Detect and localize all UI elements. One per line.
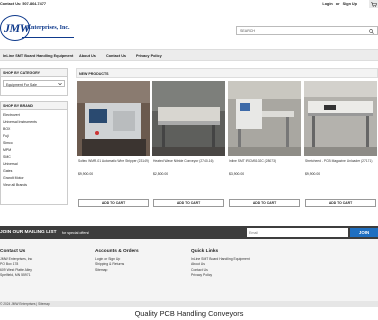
brand-link[interactable]: Universal Instruments (3, 119, 65, 126)
product-price: $9,900.00 (305, 172, 321, 176)
site-logo[interactable]: JMW Enterprises, Inc. (0, 15, 74, 43)
brand-link[interactable]: Grandt Motor (3, 175, 65, 182)
new-products-header: NEW PRODUCTS (76, 68, 378, 78)
brand-panel: SHOP BY BRAND Electrovert Universal Inst… (0, 101, 68, 205)
footer-contact: Contact Us JMW Enterprises, Inc PO Box 1… (0, 249, 32, 279)
footer-contact-line: Spelfield, MN 55971 (0, 273, 31, 278)
login-link[interactable]: Login (322, 2, 332, 6)
brand-link[interactable]: Universal (3, 161, 65, 168)
brand-link[interactable]: Electrovert (3, 112, 65, 119)
category-heading: SHOP BY CATEGORY (1, 69, 67, 77)
footer-contact-heading: Contact Us (0, 249, 26, 254)
footer-quick-links: Quick Links InLine SMT Board Handling Eq… (191, 249, 250, 279)
mailing-list-subtitle: for special offers! (62, 230, 90, 235)
cart-icon (370, 1, 377, 7)
main-nav: InLine SMT Board Handling Equipment Abou… (0, 49, 378, 61)
product-price: $2,500.00 (153, 172, 169, 176)
new-products-heading: NEW PRODUCTS (79, 72, 109, 76)
add-to-cart-button[interactable]: ADD TO CART (153, 199, 224, 207)
product-image[interactable] (304, 81, 377, 156)
brand-link[interactable]: Gates (3, 168, 65, 175)
nav-item-privacy[interactable]: Privacy Policy (136, 54, 162, 58)
brand-link[interactable]: MPM (3, 147, 65, 154)
brand-link[interactable]: SMC (3, 154, 65, 161)
join-button[interactable]: JOIN (350, 228, 378, 237)
logo-underline (22, 37, 74, 39)
product-price: $3,900.00 (229, 172, 245, 176)
view-all-brands-link[interactable]: View all Brands (3, 182, 65, 189)
brand-list: Electrovert Universal Instruments BOX Fu… (1, 110, 67, 191)
nav-item-about[interactable]: About Us (79, 54, 96, 58)
brand-link[interactable]: Fuji (3, 133, 65, 140)
account-links: Login or Sign Up (320, 2, 357, 6)
footer-accounts-heading: Accounts & Orders (95, 249, 139, 254)
product-card: Soltec WMR-01 Automatic Wire Stripper (2… (77, 81, 150, 209)
product-name[interactable]: Inline SMT IRCM5102C (28073) (229, 159, 301, 168)
footer-accounts: Accounts & Orders Login or Sign Up Shipp… (95, 249, 139, 273)
mailing-list-title: JOIN OUR MAILING LIST (0, 229, 57, 235)
product-card: Stretcheed - PCB Magazine Unloader (2717… (304, 81, 377, 209)
footer-link[interactable]: Sitemap (95, 268, 139, 273)
search-input[interactable] (237, 27, 365, 35)
signup-link[interactable]: Sign Up (343, 2, 357, 6)
chevron-down-icon (58, 83, 62, 86)
site-header: JMW Enterprises, Inc. (0, 10, 378, 48)
brand-link[interactable]: Simco (3, 140, 65, 147)
product-card: Heated Wave Nitride Conveyor (2740-16) $… (152, 81, 225, 209)
nav-item-contact[interactable]: Contact Us (106, 54, 126, 58)
cart-button[interactable] (369, 0, 378, 8)
brand-heading: SHOP BY BRAND (1, 102, 67, 110)
category-panel: SHOP BY CATEGORY Equipment For Sale (0, 68, 68, 96)
header-phone: Contact Us: 507-864-7477 (0, 2, 47, 6)
footer-link[interactable]: Privacy Policy (191, 273, 250, 278)
product-card: Inline SMT IRCM5102C (28073) $3,900.00 A… (228, 81, 301, 209)
top-bar: Contact Us: 507-864-7477 Login or Sign U… (0, 0, 378, 10)
category-selected-value: Equipment For Sale (6, 82, 37, 87)
brand-link[interactable]: BOX (3, 126, 65, 133)
nav-item-equipment[interactable]: InLine SMT Board Handling Equipment (3, 54, 73, 58)
email-field[interactable] (247, 228, 348, 237)
logo-mark: JMW (4, 21, 30, 35)
product-image[interactable] (228, 81, 301, 156)
product-name[interactable]: Stretcheed - PCB Magazine Unloader (2717… (305, 159, 377, 168)
product-name[interactable]: Soltec WMR-01 Automatic Wire Stripper (2… (78, 159, 150, 168)
product-image[interactable] (77, 81, 150, 156)
category-select[interactable]: Equipment For Sale (3, 80, 65, 87)
or-text: or (335, 2, 340, 6)
product-name[interactable]: Heated Wave Nitride Conveyor (2740-16) (153, 159, 225, 168)
tagline: Quality PCB Handling Conveyors (134, 309, 244, 318)
add-to-cart-button[interactable]: ADD TO CART (78, 199, 149, 207)
search-icon[interactable] (369, 28, 374, 34)
search-box (236, 26, 378, 35)
add-to-cart-button[interactable]: ADD TO CART (305, 199, 376, 207)
add-to-cart-button[interactable]: ADD TO CART (229, 199, 300, 207)
logo-name: Enterprises, Inc. (27, 25, 70, 31)
footer-quick-heading: Quick Links (191, 249, 219, 254)
site-footer: Contact Us JMW Enterprises, Inc PO Box 1… (0, 239, 378, 301)
product-price: $9,900.00 (78, 172, 94, 176)
mailing-list-bar: JOIN OUR MAILING LIST for special offers… (0, 226, 378, 239)
product-image[interactable] (152, 81, 225, 156)
